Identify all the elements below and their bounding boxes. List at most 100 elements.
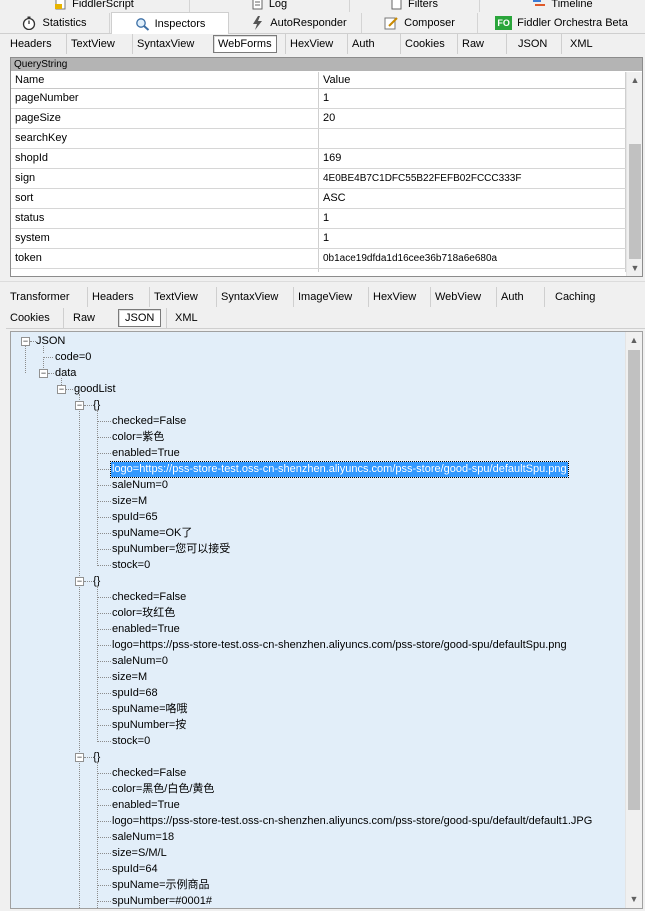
req-tab-syntaxview[interactable]: SyntaxView bbox=[132, 34, 198, 54]
column-value-header[interactable]: Value bbox=[319, 72, 626, 89]
tab-fiddlerscript[interactable]: FiddlerScript bbox=[0, 0, 190, 12]
tab-filters-label: Filters bbox=[408, 0, 438, 10]
tree-node-goodlist[interactable]: goodList bbox=[74, 382, 116, 397]
tree-node-code[interactable]: code=0 bbox=[55, 350, 91, 365]
tab-autoresponder[interactable]: AutoResponder bbox=[236, 13, 362, 33]
tab-timeline-label: Timeline bbox=[551, 0, 593, 10]
req-tab-webforms[interactable]: WebForms bbox=[213, 35, 277, 53]
scroll-down-arrow-icon[interactable]: ▼ bbox=[626, 891, 642, 908]
tab-timeline[interactable]: Timeline bbox=[480, 0, 645, 12]
response-inspector-tabs-row2: Cookies Raw JSON XML bbox=[6, 308, 645, 329]
req-tab-textview[interactable]: TextView bbox=[66, 34, 119, 54]
resp-tab-headers[interactable]: Headers bbox=[87, 287, 138, 307]
table-row[interactable]: sign 4E0BE4B7C1DFC55B22FEFB02FCCC333F bbox=[11, 169, 626, 189]
tree-leaf[interactable]: spuName=OK了 bbox=[112, 526, 192, 541]
tree-leaf[interactable]: logo=https://pss-store-test.oss-cn-shenz… bbox=[112, 638, 567, 653]
tree-scrollbar[interactable]: ▲ ▼ bbox=[625, 332, 642, 908]
resp-tab-hexview[interactable]: HexView bbox=[368, 287, 420, 307]
param-value: 4E0BE4B7C1DFC55B22FEFB02FCCC333F bbox=[323, 173, 522, 184]
req-tab-headers[interactable]: Headers bbox=[6, 34, 56, 54]
tree-leaf[interactable]: color=紫色 bbox=[112, 430, 164, 445]
tree-leaf[interactable]: spuId=64 bbox=[112, 862, 158, 877]
tree-leaf[interactable]: stock=0 bbox=[112, 734, 150, 749]
tree-leaf[interactable]: logo=https://pss-store-test.oss-cn-shenz… bbox=[112, 814, 592, 829]
tree-leaf[interactable]: spuNumber=#0001# bbox=[112, 894, 212, 908]
tree-leaf[interactable]: saleNum=0 bbox=[112, 654, 168, 669]
tree-leaf[interactable]: size=S/M/L bbox=[112, 846, 167, 861]
querystring-scrollbar[interactable]: ▲ ▼ bbox=[626, 72, 642, 276]
tree-leaf[interactable]: size=M bbox=[112, 670, 147, 685]
tree-leaf[interactable]: color=玫红色 bbox=[112, 606, 175, 621]
tree-leaf[interactable]: saleNum=0 bbox=[112, 478, 168, 493]
tab-statistics-label: Statistics bbox=[42, 17, 87, 29]
tree-leaf[interactable]: enabled=True bbox=[112, 622, 180, 637]
filter-icon bbox=[391, 0, 403, 10]
tree-leaf[interactable]: spuNumber=按 bbox=[112, 718, 186, 733]
table-row[interactable]: system 1 bbox=[11, 229, 626, 249]
resp-tab-syntaxview[interactable]: SyntaxView bbox=[216, 287, 282, 307]
table-row[interactable]: status 1 bbox=[11, 209, 626, 229]
resp-tab-raw[interactable]: Raw bbox=[63, 308, 104, 328]
tree-leaf[interactable]: saleNum=18 bbox=[112, 830, 174, 845]
resp-tab-json[interactable]: JSON bbox=[118, 309, 162, 327]
tree-leaf-selected[interactable]: logo=https://pss-store-test.oss-cn-shenz… bbox=[110, 461, 569, 478]
tree-leaf[interactable]: checked=False bbox=[112, 766, 186, 781]
req-tab-cookies[interactable]: Cookies bbox=[400, 34, 449, 54]
req-tab-json[interactable]: JSON bbox=[506, 34, 558, 54]
tree-node-data[interactable]: data bbox=[55, 366, 76, 381]
table-row[interactable]: pageSize 20 bbox=[11, 109, 626, 129]
tab-filters[interactable]: Filters bbox=[350, 0, 480, 12]
tree-leaf[interactable]: spuId=68 bbox=[112, 686, 158, 701]
tree-node-root[interactable]: JSON bbox=[36, 334, 65, 349]
table-row[interactable]: shopId 169 bbox=[11, 149, 626, 169]
script-icon bbox=[55, 0, 67, 10]
tree-leaf[interactable]: stock=0 bbox=[112, 558, 150, 573]
tab-composer[interactable]: Composer bbox=[362, 13, 478, 33]
tree-leaf[interactable]: spuName=示例商品 bbox=[112, 878, 210, 893]
tree-leaf[interactable]: size=M bbox=[112, 494, 147, 509]
collapse-toggle-icon[interactable]: − bbox=[39, 369, 48, 378]
scroll-up-arrow-icon[interactable]: ▲ bbox=[626, 332, 642, 349]
tab-log[interactable]: Log bbox=[190, 0, 350, 12]
tree-leaf[interactable]: checked=False bbox=[112, 414, 186, 429]
resp-tab-webview[interactable]: WebView bbox=[430, 287, 485, 307]
tree-leaf[interactable]: color=黑色/白色/黄色 bbox=[112, 782, 214, 797]
collapse-toggle-icon[interactable]: − bbox=[75, 401, 84, 410]
tree-leaf[interactable]: spuName=咯哦 bbox=[112, 702, 188, 717]
column-name-header[interactable]: Name bbox=[11, 72, 319, 89]
scrollbar-thumb[interactable] bbox=[629, 144, 641, 259]
scroll-up-arrow-icon[interactable]: ▲ bbox=[627, 72, 642, 89]
collapse-toggle-icon[interactable]: − bbox=[21, 337, 30, 346]
tree-leaf[interactable]: spuId=65 bbox=[112, 510, 158, 525]
tab-fiddlerscript-label: FiddlerScript bbox=[72, 0, 134, 10]
req-tab-auth[interactable]: Auth bbox=[347, 34, 379, 54]
tab-statistics[interactable]: Statistics bbox=[0, 13, 110, 33]
resp-tab-transformer[interactable]: Transformer bbox=[6, 287, 74, 307]
resp-tab-auth[interactable]: Auth bbox=[496, 287, 528, 307]
table-row[interactable]: searchKey bbox=[11, 129, 626, 149]
table-row[interactable]: pageNumber 1 bbox=[11, 89, 626, 109]
panel-splitter[interactable] bbox=[0, 281, 645, 285]
collapse-toggle-icon[interactable]: − bbox=[57, 385, 66, 394]
tree-leaf[interactable]: checked=False bbox=[112, 590, 186, 605]
resp-tab-cookies[interactable]: Cookies bbox=[6, 308, 54, 328]
req-tab-xml[interactable]: XML bbox=[561, 34, 601, 54]
scroll-down-arrow-icon[interactable]: ▼ bbox=[627, 260, 642, 276]
req-tab-raw[interactable]: Raw bbox=[457, 34, 488, 54]
req-tab-hexview[interactable]: HexView bbox=[285, 34, 337, 54]
tree-leaf[interactable]: enabled=True bbox=[112, 798, 180, 813]
scrollbar-thumb[interactable] bbox=[628, 350, 640, 810]
collapse-toggle-icon[interactable]: − bbox=[75, 577, 84, 586]
param-value: 1 bbox=[323, 92, 330, 104]
resp-tab-imageview[interactable]: ImageView bbox=[293, 287, 356, 307]
tab-inspectors[interactable]: Inspectors bbox=[111, 12, 229, 34]
resp-tab-xml[interactable]: XML bbox=[166, 308, 206, 328]
resp-tab-caching[interactable]: Caching bbox=[544, 287, 605, 307]
table-row[interactable]: sort ASC bbox=[11, 189, 626, 209]
tree-leaf[interactable]: enabled=True bbox=[112, 446, 180, 461]
tree-leaf[interactable]: spuNumber=您可以接受 bbox=[112, 542, 230, 557]
table-row[interactable]: token 0b1ace19dfda1d16cee36b718a6e680a bbox=[11, 249, 626, 269]
collapse-toggle-icon[interactable]: − bbox=[75, 753, 84, 762]
resp-tab-textview[interactable]: TextView bbox=[149, 287, 202, 307]
tab-fiddler-orchestra[interactable]: FO Fiddler Orchestra Beta bbox=[478, 13, 645, 33]
